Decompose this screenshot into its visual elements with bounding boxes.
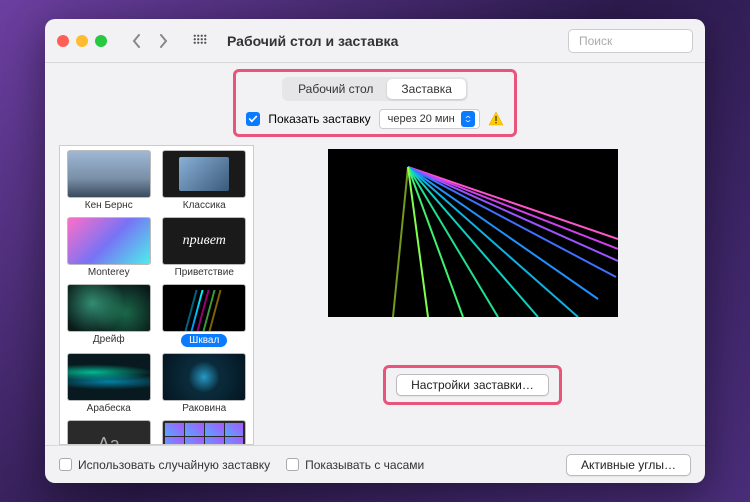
warning-icon (488, 111, 504, 127)
hot-corners-button[interactable]: Активные углы… (566, 454, 691, 476)
thumb-message[interactable]: Aa Сообщение (62, 418, 156, 445)
thumb-preview (67, 150, 151, 198)
close-icon[interactable] (57, 35, 69, 47)
highlight-settings-button: Настройки заставки… (383, 365, 562, 405)
thumb-preview (162, 420, 246, 445)
thumb-shell[interactable]: Раковина (158, 351, 252, 416)
checkmark-icon (248, 114, 258, 124)
clock-checkbox[interactable] (286, 458, 299, 471)
thumb-preview (67, 217, 151, 265)
thumb-label: Monterey (88, 267, 130, 278)
show-screensaver-label: Показать заставку (268, 112, 370, 126)
footer: Использовать случайную заставку Показыва… (45, 445, 705, 483)
preview-pane: Настройки заставки… (254, 145, 691, 445)
show-clock-option[interactable]: Показывать с часами (286, 458, 424, 472)
thumb-label: Классика (183, 200, 226, 211)
search-input[interactable] (579, 34, 705, 48)
header-controls: Рабочий стол Заставка Показать заставку … (45, 63, 705, 145)
show-screensaver-row: Показать заставку через 20 мин (246, 109, 503, 129)
thumb-label: Раковина (182, 403, 226, 414)
content-area: Кен Бернс Классика Monterey привет Приве… (45, 145, 705, 445)
thumb-monterey[interactable]: Monterey (62, 215, 156, 280)
thumb-label: Приветствие (175, 267, 234, 278)
stepper-arrows-icon (461, 111, 475, 127)
thumb-label: Шквал (181, 334, 227, 347)
highlight-tabs-row: Рабочий стол Заставка Показать заставку … (233, 69, 516, 137)
thumb-preview (67, 284, 151, 332)
minimize-icon[interactable] (76, 35, 88, 47)
forward-button[interactable] (151, 30, 175, 52)
delay-value: через 20 мин (388, 113, 455, 125)
thumb-hello[interactable]: привет Приветствие (158, 215, 252, 280)
search-field[interactable] (568, 29, 693, 53)
thumb-preview (162, 284, 246, 332)
thumb-preview: привет (162, 217, 246, 265)
random-checkbox[interactable] (59, 458, 72, 471)
delay-popup[interactable]: через 20 мин (379, 109, 480, 129)
thumb-classic[interactable]: Классика (158, 148, 252, 213)
prefs-window: Рабочий стол и заставка Рабочий стол Зас… (45, 19, 705, 483)
thumb-covers[interactable]: Обложки (158, 418, 252, 445)
thumb-preview (162, 353, 246, 401)
tab-screensaver[interactable]: Заставка (387, 79, 466, 99)
random-screensaver-option[interactable]: Использовать случайную заставку (59, 458, 270, 472)
thumb-drift[interactable]: Дрейф (62, 282, 156, 349)
thumb-preview (67, 353, 151, 401)
screensaver-settings-button[interactable]: Настройки заставки… (396, 374, 549, 396)
thumb-label: Кен Бернс (85, 200, 133, 211)
random-label: Использовать случайную заставку (78, 458, 270, 472)
thumb-label: Арабеска (87, 403, 131, 414)
hello-text: привет (183, 233, 226, 249)
nav-arrows (125, 30, 175, 52)
thumb-ken-burns[interactable]: Кен Бернс (62, 148, 156, 213)
thumb-arabesque[interactable]: Арабеска (62, 351, 156, 416)
tab-desktop[interactable]: Рабочий стол (284, 79, 387, 99)
thumb-preview (162, 150, 246, 198)
back-button[interactable] (125, 30, 149, 52)
clock-label: Показывать с часами (305, 458, 424, 472)
zoom-icon[interactable] (95, 35, 107, 47)
thumb-preview: Aa (67, 420, 151, 445)
show-all-icon[interactable] (189, 30, 211, 52)
thumb-shkval[interactable]: Шквал (158, 282, 252, 349)
screensaver-preview (328, 149, 618, 317)
show-screensaver-checkbox[interactable] (246, 112, 260, 126)
titlebar: Рабочий стол и заставка (45, 19, 705, 63)
traffic-lights (57, 35, 107, 47)
screensaver-gallery[interactable]: Кен Бернс Классика Monterey привет Приве… (59, 145, 254, 445)
thumb-label: Дрейф (93, 334, 125, 345)
page-title: Рабочий стол и заставка (227, 33, 398, 49)
tab-segmented: Рабочий стол Заставка (282, 77, 468, 101)
